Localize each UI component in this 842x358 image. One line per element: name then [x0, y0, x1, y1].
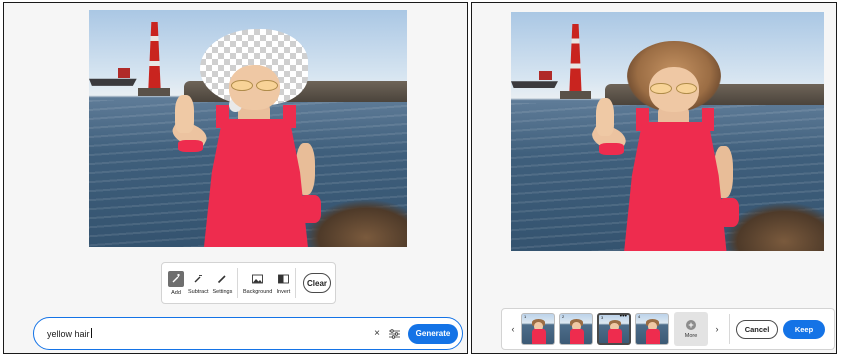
selection-toolbar: Add Subtract Settings Background Invert …: [161, 262, 336, 304]
more-options-icon[interactable]: •••: [620, 315, 627, 320]
screenshot-root: Add Subtract Settings Background Invert …: [0, 0, 842, 358]
sunglasses: [230, 79, 279, 92]
brush-settings-icon: [215, 272, 229, 286]
photo-canvas-result[interactable]: [511, 12, 824, 251]
thumb-dress: [645, 329, 660, 344]
lighthouse: [148, 21, 161, 93]
variation-number: 1: [524, 314, 527, 319]
clear-button[interactable]: Clear: [303, 273, 332, 293]
generative-fill-panel: Add Subtract Settings Background Invert …: [3, 2, 468, 354]
variations-divider: [729, 314, 730, 344]
toolbar-divider: [237, 268, 239, 298]
girl-wristband-left: [598, 143, 624, 156]
peace-sign-hand: [174, 95, 194, 134]
thumb-dress: [569, 329, 584, 344]
lighthouse-base: [138, 88, 171, 97]
girl-wristband-left: [178, 140, 204, 153]
ship-cabin: [117, 68, 131, 78]
sliders-icon[interactable]: [388, 328, 400, 340]
lighthouse-base: [559, 90, 591, 100]
toolbar-divider: [295, 268, 297, 298]
invert-icon: [276, 272, 290, 286]
ship-cabin: [539, 70, 552, 81]
variations-bar: ‹ 1 2 3 ••• 4 + More › Cancel Keep: [501, 308, 835, 350]
image-icon: [251, 272, 265, 286]
thumb-dress: [608, 329, 622, 343]
keep-button[interactable]: Keep: [783, 319, 825, 339]
tool-settings[interactable]: Settings: [210, 266, 234, 300]
tool-background-label: Background: [243, 288, 273, 295]
prompt-bar: yellow hair × Generate: [33, 317, 463, 350]
brush-minus-icon: [191, 272, 205, 286]
variation-number: 3: [601, 315, 604, 320]
peace-sign-hand: [595, 98, 615, 137]
clear-prompt-icon[interactable]: ×: [374, 328, 380, 339]
variations-panel: ‹ 1 2 3 ••• 4 + More › Cancel Keep: [471, 2, 837, 354]
sunglasses: [650, 82, 698, 94]
variation-thumbnail-4[interactable]: 4: [635, 313, 669, 345]
tool-background[interactable]: Background: [241, 266, 274, 300]
girl-dress: [623, 121, 727, 251]
lighthouse: [569, 23, 582, 96]
chevron-left-icon[interactable]: ‹: [507, 324, 519, 334]
tool-invert[interactable]: Invert: [274, 266, 292, 300]
thumb-dress: [531, 329, 546, 344]
plus-circle-icon: +: [686, 319, 696, 330]
variation-number: 4: [638, 314, 641, 319]
girl-dress: [203, 119, 309, 247]
more-label: More: [684, 332, 698, 339]
tool-settings-label: Settings: [212, 288, 233, 295]
more-variations-button[interactable]: + More: [674, 312, 708, 346]
variation-thumbnail-3[interactable]: 3 •••: [597, 313, 631, 345]
prompt-input[interactable]: yellow hair: [47, 328, 374, 339]
chevron-right-icon[interactable]: ›: [711, 324, 723, 334]
variation-thumbnail-2[interactable]: 2: [559, 313, 593, 345]
cancel-button[interactable]: Cancel: [736, 319, 778, 339]
tool-subtract[interactable]: Subtract: [186, 266, 210, 300]
variation-thumbnail-1[interactable]: 1: [521, 313, 555, 345]
variation-number: 2: [562, 314, 565, 319]
tool-add[interactable]: Add: [166, 266, 186, 300]
brush-plus-icon: [168, 270, 184, 287]
tool-add-label: Add: [171, 289, 181, 296]
tool-subtract-label: Subtract: [188, 288, 209, 295]
photo-canvas-masked[interactable]: [89, 10, 407, 247]
generate-button[interactable]: Generate: [408, 323, 458, 344]
tool-invert-label: Invert: [276, 288, 291, 295]
